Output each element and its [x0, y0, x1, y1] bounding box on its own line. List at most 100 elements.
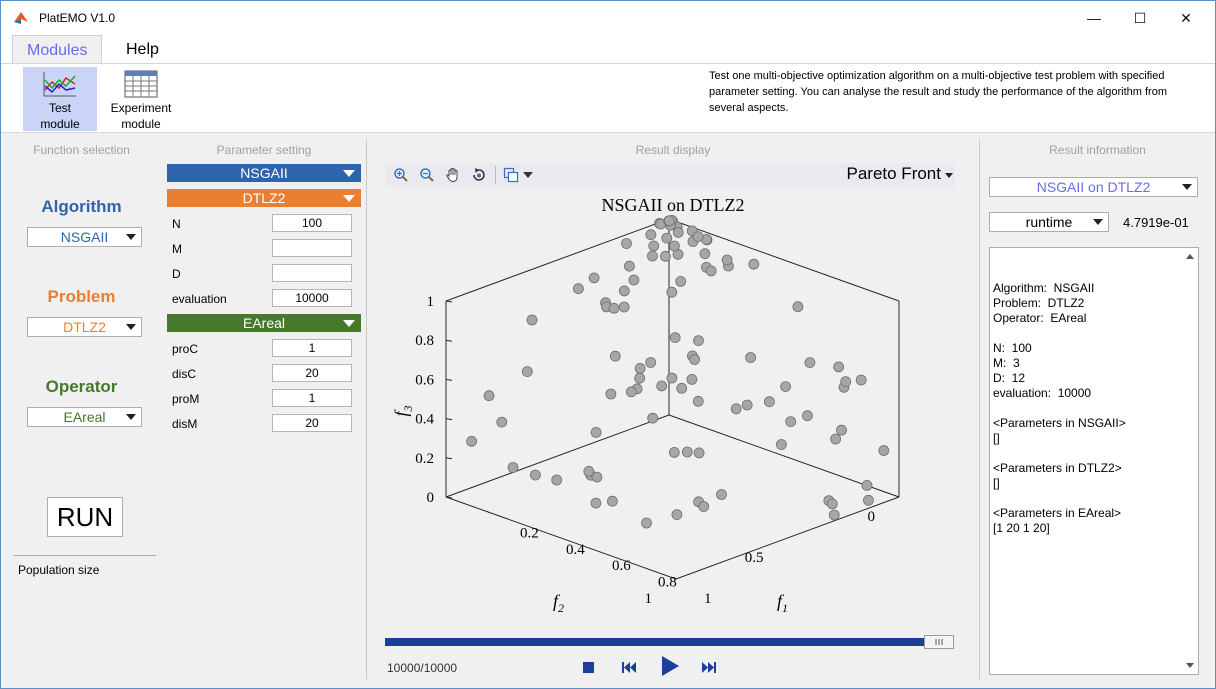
scatter-point [648, 240, 660, 252]
axis-edge [675, 496, 900, 580]
minimize-button[interactable]: — [1071, 1, 1117, 35]
z-tick-label: 0.2 [415, 451, 434, 467]
x-tick-label: 0.4 [566, 542, 585, 558]
close-button[interactable]: ✕ [1163, 1, 1209, 35]
z-tick-label: 1 [427, 294, 435, 310]
scatter-points [466, 214, 890, 529]
scatter-point [666, 372, 678, 384]
scatter-point [878, 445, 890, 456]
scatter-point [659, 250, 671, 262]
param-input-disc[interactable]: 20 [272, 364, 352, 382]
scatter-point [804, 357, 816, 369]
test-module-label-line2: module [40, 117, 80, 131]
toolbar-divider [495, 166, 496, 184]
problem-label: Problem [47, 287, 116, 306]
param-label-m: M [172, 242, 182, 256]
test-module-button[interactable]: Test module [23, 67, 97, 131]
play-icon[interactable] [657, 653, 683, 679]
y-tick-label: 0 [868, 509, 876, 525]
param-input-proc[interactable]: 1 [272, 339, 352, 357]
generation-slider[interactable] [385, 635, 955, 649]
skip-forward-icon[interactable] [699, 657, 719, 677]
chart-title: NSGAII on DTLZ2 [602, 195, 745, 215]
scatter-point [836, 424, 847, 436]
rotate-icon[interactable] [471, 167, 487, 183]
chevron-down-icon [126, 234, 136, 240]
view-select[interactable]: Pareto Front [847, 164, 953, 184]
stop-icon[interactable] [579, 657, 599, 677]
scatter-point [621, 238, 632, 249]
chevron-down-icon [1093, 219, 1103, 225]
scroll-up-icon[interactable] [1186, 254, 1194, 259]
chevron-down-icon[interactable] [523, 172, 533, 178]
experiment-module-button[interactable]: Experiment module [104, 67, 178, 131]
copy-figure-icon[interactable] [503, 167, 519, 183]
problem-param-header[interactable]: DTLZ2 [167, 189, 361, 207]
param-input-n[interactable]: 100 [272, 214, 352, 232]
metric-select[interactable]: runtime [989, 212, 1109, 232]
experiment-module-label-line2: module [121, 117, 161, 131]
scatter-point [645, 357, 657, 368]
scatter-point [526, 314, 538, 326]
experiment-module-label-line1: Experiment [110, 101, 172, 115]
param-input-evaluation[interactable]: 10000 [272, 289, 352, 307]
algorithm-select[interactable]: NSGAII [27, 227, 142, 247]
scatter-point [529, 469, 541, 481]
x-axis-label: f1 [777, 591, 788, 615]
x-tick-label: 1 [704, 591, 712, 607]
scatter-point [605, 388, 617, 400]
zoom-out-icon[interactable] [419, 167, 435, 183]
test-module-label-line1: Test [48, 101, 71, 115]
pareto-front-plot[interactable]: 0 0.2 0.4 0.6 0.8 1 0 0.5 1 0.2 0.4 0.6 0.8 1 NSGAII … [385, 189, 955, 619]
param-input-dism[interactable]: 20 [272, 414, 352, 432]
param-label-d: D [172, 267, 181, 281]
scatter-point [661, 232, 673, 244]
metric-value: 4.7919e-01 [1123, 215, 1189, 230]
metric-select-value: runtime [1025, 214, 1073, 230]
scatter-point [689, 354, 701, 365]
zoom-in-icon[interactable] [393, 167, 409, 183]
z-tick [445, 339, 453, 342]
pan-hand-icon[interactable] [445, 167, 461, 183]
run-result-select-value: NSGAII on DTLZ2 [1036, 179, 1151, 195]
z-tick [445, 378, 453, 381]
scatter-point [828, 509, 840, 521]
param-input-m[interactable] [272, 239, 352, 257]
run-result-select[interactable]: NSGAII on DTLZ2 [989, 177, 1198, 197]
window-title: PlatEMO V1.0 [39, 11, 116, 25]
param-input-prom[interactable]: 1 [272, 389, 352, 407]
chevron-down-icon [1182, 184, 1192, 190]
tab-modules[interactable]: Modules [12, 35, 103, 65]
z-tick [445, 300, 453, 303]
scatter-point [716, 489, 727, 500]
problem-select[interactable]: DTLZ2 [27, 317, 142, 337]
scatter-point [672, 227, 684, 238]
maximize-button[interactable]: ☐ [1117, 1, 1163, 35]
y-tick-label: 1 [645, 591, 653, 607]
run-button[interactable]: RUN [47, 497, 123, 537]
operator-select[interactable]: EAreal [27, 407, 142, 427]
param-input-d[interactable] [272, 264, 352, 282]
scatter-point [686, 373, 698, 385]
operator-param-header-label: EAreal [242, 315, 286, 331]
skip-back-icon[interactable] [619, 657, 639, 677]
scatter-point [645, 229, 657, 241]
scatter-point [606, 495, 618, 507]
slider-thumb[interactable] [924, 635, 954, 649]
result-log[interactable]: Algorithm: NSGAII Problem: DTLZ2 Operato… [989, 247, 1199, 675]
scatter-point [692, 395, 704, 407]
scatter-point [590, 426, 602, 438]
algorithm-param-header[interactable]: NSGAII [167, 164, 361, 182]
param-label-proc: proC [172, 342, 199, 356]
scatter-point [668, 240, 680, 252]
operator-select-value: EAreal [63, 409, 106, 425]
scatter-point [780, 381, 792, 393]
result-display-title: Result display [635, 143, 711, 157]
scroll-down-icon[interactable] [1186, 663, 1194, 668]
scatter-point [618, 285, 630, 297]
operator-param-header[interactable]: EAreal [167, 314, 361, 332]
tab-help[interactable]: Help [112, 35, 173, 65]
z-tick-label: 0 [427, 490, 435, 506]
scatter-point [862, 494, 874, 506]
function-selection-title: Function selection [33, 143, 130, 157]
